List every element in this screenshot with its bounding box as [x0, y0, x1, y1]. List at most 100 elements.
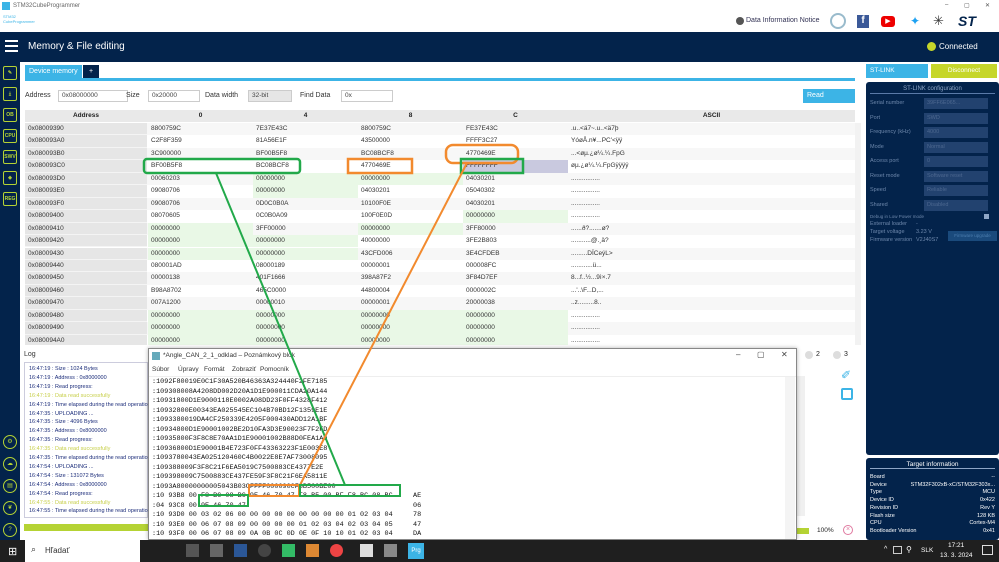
value-cell[interactable]: 43500000: [358, 135, 463, 147]
value-cell[interactable]: 8800759C: [358, 123, 463, 135]
clock-date[interactable]: 13. 3. 2024: [940, 552, 973, 559]
value-cell[interactable]: 00000138: [148, 272, 253, 284]
value-cell[interactable]: 0000002C: [463, 285, 568, 297]
value-cell[interactable]: 398A87F2: [358, 272, 463, 284]
taskbar-app-8[interactable]: [360, 544, 373, 557]
cancel-icon[interactable]: ×: [843, 525, 853, 535]
network-icon[interactable]: ✳: [933, 13, 944, 29]
value-cell[interactable]: 08070605: [148, 210, 253, 222]
value-cell[interactable]: 00000000: [358, 322, 463, 335]
value-cell[interactable]: 40000000: [358, 235, 463, 247]
table-row[interactable]: 0x08009470 007A1200 00000010 00000001 200000…: [25, 297, 855, 310]
value-cell[interactable]: 00000000: [148, 222, 253, 236]
sidebar-option-bytes-icon[interactable]: OB: [3, 108, 17, 122]
probe-select[interactable]: ST-LINK: [866, 64, 928, 78]
table-row[interactable]: 0x080093E0 09080706 00000000 04030201 050403…: [25, 185, 855, 198]
value-cell[interactable]: 04030201: [358, 185, 463, 197]
size-input[interactable]: 0x20000: [148, 90, 200, 102]
notepad-close[interactable]: ✕: [781, 350, 788, 359]
value-cell[interactable]: 0D0C0B0A: [253, 198, 358, 210]
network-tray-icon[interactable]: ⚲: [906, 545, 912, 554]
radio-2[interactable]: [805, 351, 813, 359]
config-select[interactable]: 39FF6E065...: [924, 98, 988, 109]
value-cell[interactable]: 05040302: [463, 185, 568, 197]
value-cell[interactable]: 007A1200: [148, 297, 253, 309]
config-select[interactable]: Software reset: [924, 170, 988, 182]
config-select[interactable]: 4000: [924, 127, 988, 138]
sidebar-security-icon[interactable]: ◈: [3, 171, 17, 185]
table-row[interactable]: 0x08009390 8800759C 7E37E43C 8800759C FE37E4…: [25, 123, 855, 136]
value-cell[interactable]: 00000000: [358, 172, 463, 186]
value-cell[interactable]: BF00B5F8: [253, 148, 358, 160]
value-cell[interactable]: 09080706: [148, 198, 253, 210]
value-cell[interactable]: 81A56E1F: [253, 135, 358, 147]
value-cell[interactable]: 080001AD: [148, 260, 253, 272]
value-cell[interactable]: 00000000: [148, 235, 253, 248]
notepad-minimize[interactable]: –: [736, 350, 740, 359]
st-logo[interactable]: ST: [958, 13, 976, 29]
sidebar-settings-icon[interactable]: ⚙: [3, 435, 17, 449]
value-cell[interactable]: 00000000: [358, 222, 463, 236]
value-cell[interactable]: BC08BCF8: [358, 148, 463, 160]
debug-low-power-checkbox[interactable]: [984, 214, 989, 219]
table-scrollbar[interactable]: [855, 123, 861, 345]
taskbar-app-cubeprogrammer[interactable]: Prg: [408, 543, 424, 559]
notepad-menu-item[interactable]: Súbor: [152, 366, 169, 373]
value-cell[interactable]: 3FF80000: [463, 223, 568, 235]
value-cell[interactable]: 00000001: [358, 260, 463, 272]
add-tab-button[interactable]: +: [83, 65, 99, 79]
column-header[interactable]: 4: [253, 110, 358, 122]
notepad-menu-item[interactable]: Úpravy: [178, 366, 199, 373]
value-cell[interactable]: 20000038: [463, 297, 568, 309]
column-header[interactable]: 8: [358, 110, 463, 122]
value-cell[interactable]: 00000000: [253, 247, 358, 260]
taskbar-app-calculator[interactable]: [210, 544, 223, 557]
value-cell[interactable]: B98A8702: [148, 285, 253, 297]
memory-table[interactable]: 0x08009390 8800759C 7E37E43C 8800759C FE37E4…: [25, 123, 855, 345]
column-header[interactable]: C: [463, 110, 568, 122]
table-row[interactable]: 0x08009480 00000000 00000000 00000000 000000…: [25, 309, 855, 323]
value-cell[interactable]: BC08BCF8: [253, 160, 358, 172]
value-cell[interactable]: 4770469E: [463, 148, 568, 160]
clear-log-icon[interactable]: ✐: [841, 368, 851, 382]
value-cell[interactable]: 3F84D7EF: [463, 272, 568, 284]
sidebar-memory-edit-icon[interactable]: ✎: [3, 66, 17, 80]
value-cell[interactable]: 00000010: [253, 297, 358, 309]
facebook-icon[interactable]: f: [857, 15, 869, 28]
table-row[interactable]: 0x08009430 00000000 00000000 43CFD006 3E4CFD…: [25, 247, 855, 260]
value-cell[interactable]: 00000000: [148, 247, 253, 260]
value-cell[interactable]: C2F8F359: [148, 135, 253, 147]
table-row[interactable]: 0x080093D0 00060203 00000000 00000000 040302…: [25, 172, 855, 186]
column-header[interactable]: 0: [148, 110, 253, 122]
value-cell[interactable]: 44800004: [358, 285, 463, 297]
notepad-menu-item[interactable]: Pomocník: [260, 366, 289, 373]
tab-device-memory[interactable]: Device memory: [25, 65, 82, 79]
minimize-button[interactable]: –: [945, 2, 948, 8]
tray-icon[interactable]: [893, 546, 902, 554]
value-cell[interactable]: 000008FC: [463, 260, 568, 272]
value-cell[interactable]: 100F0E0D: [358, 210, 463, 222]
table-row[interactable]: 0x080093B0 3C900000 BF00B5F8 BC08BCF8 477046…: [25, 147, 855, 161]
sidebar-download-icon[interactable]: ⤓: [3, 87, 17, 101]
value-cell[interactable]: 00000000: [253, 172, 358, 186]
value-cell[interactable]: 00000000: [253, 185, 358, 198]
value-cell[interactable]: 401F1666: [253, 272, 358, 284]
language-indicator[interactable]: SLK: [921, 547, 933, 554]
sidebar-help-icon[interactable]: ?: [3, 523, 17, 537]
find-data-input[interactable]: 0x: [341, 90, 393, 102]
taskbar-app-word[interactable]: [234, 544, 247, 557]
data-width-select[interactable]: 32-bit: [248, 90, 292, 102]
address-input[interactable]: 0x08000000: [58, 90, 128, 102]
value-cell[interactable]: 00000000: [463, 322, 568, 335]
table-row[interactable]: 0x080093A0 C2F8F359 81A56E1F 43500000 FFFF3C…: [25, 135, 855, 148]
value-cell[interactable]: 4770469E: [358, 160, 463, 172]
config-select[interactable]: Normal: [924, 141, 988, 153]
table-row[interactable]: 0x080094A0 00000000 00000000 00000000 000000…: [25, 334, 855, 345]
column-header[interactable]: ASCII: [568, 110, 855, 122]
value-cell[interactable]: 3FF00000: [253, 223, 358, 235]
log-scrollbar[interactable]: [797, 376, 805, 516]
config-select[interactable]: 0: [924, 156, 988, 167]
taskbar-app-5[interactable]: [282, 544, 295, 557]
value-cell[interactable]: 00000000: [148, 322, 253, 335]
taskbar-app-7[interactable]: [330, 544, 343, 557]
